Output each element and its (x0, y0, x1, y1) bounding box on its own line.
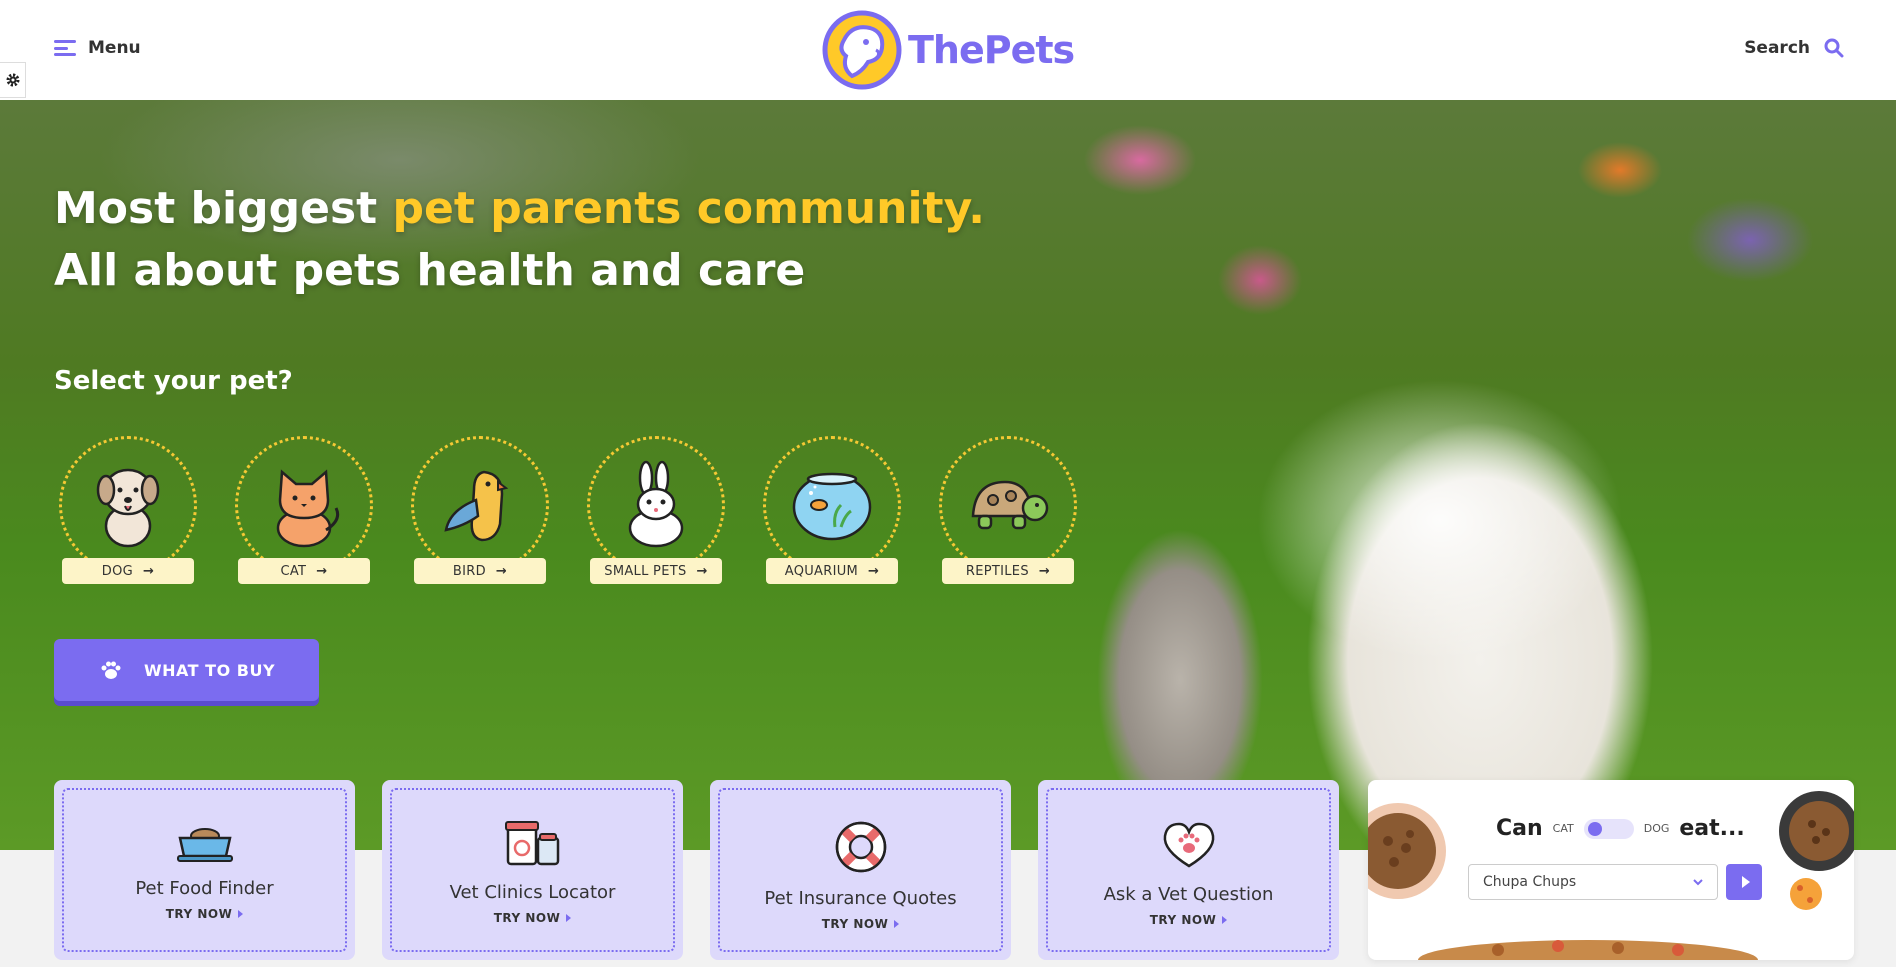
card-title: Ask a Vet Question (1103, 884, 1274, 905)
lifebuoy-icon (835, 821, 886, 873)
hero-title-part1: Most biggest (54, 183, 393, 234)
what-to-buy-label: WHAT TO BUY (144, 660, 276, 680)
cat-dog-toggle[interactable] (1583, 818, 1634, 839)
card-pet-insurance-quotes[interactable]: Pet Insurance Quotes TRY NOW (710, 780, 1011, 960)
gear-icon (6, 73, 19, 87)
card-title: Pet Food Finder (135, 878, 274, 899)
menu-button[interactable]: Menu (54, 38, 141, 58)
eat-label: eat... (1679, 816, 1745, 841)
pet-option-aquarium[interactable]: AQUARIUM → (762, 436, 902, 584)
play-arrow-icon (566, 914, 572, 922)
play-arrow-icon (894, 920, 900, 928)
arrow-right-icon: → (316, 563, 328, 579)
dog-logo-icon (822, 10, 902, 90)
can-eat-question: Can CAT DOG eat... (1496, 816, 1745, 841)
card-vet-clinics-locator[interactable]: Vet Clinics Locator TRY NOW (382, 780, 683, 960)
food-select-value: Chupa Chups (1483, 874, 1577, 890)
medicine-icon (504, 821, 559, 866)
card-title: Vet Clinics Locator (449, 882, 616, 903)
food-bowl-icon (176, 828, 233, 862)
can-pet-eat-widget: Can CAT DOG eat... Chupa Chups (1368, 780, 1854, 960)
pet-option-bird[interactable]: BIRD → (410, 436, 550, 584)
food-check-submit-button[interactable] (1726, 864, 1762, 900)
pet-option-label: CAT (280, 563, 307, 579)
cat-icon (276, 469, 340, 548)
fishbowl-icon (792, 472, 872, 541)
menu-label: Menu (88, 38, 141, 58)
site-header: Menu ThePets Search (0, 0, 1896, 100)
card-cta[interactable]: TRY NOW (494, 911, 572, 925)
search-icon (1824, 38, 1844, 58)
pet-option-label: BIRD (452, 563, 486, 579)
card-ask-a-vet-question[interactable]: Ask a Vet Question TRY NOW (1038, 780, 1339, 960)
hero-title: Most biggest pet parents community. All … (54, 178, 985, 302)
chevron-down-icon (1693, 879, 1703, 886)
hero-title-line2: All about pets health and care (54, 245, 806, 296)
hero-title-highlight: pet parents community. (392, 183, 985, 234)
cat-label: CAT (1552, 822, 1574, 835)
pet-option-dog[interactable]: DOG → (58, 436, 198, 584)
hero-banner: Most biggest pet parents community. All … (0, 100, 1896, 850)
arrow-right-icon: → (1038, 563, 1051, 579)
card-cta[interactable]: TRY NOW (822, 917, 900, 931)
play-arrow-icon (238, 910, 244, 918)
food-select[interactable]: Chupa Chups (1468, 864, 1718, 900)
rabbit-icon (628, 460, 684, 548)
arrow-right-icon: → (143, 563, 155, 579)
what-to-buy-button[interactable]: WHAT TO BUY (54, 639, 319, 701)
pet-option-small-pets[interactable]: SMALL PETS → (586, 436, 726, 584)
search-label: Search (1744, 38, 1810, 58)
dog-label: DOG (1643, 822, 1670, 835)
kibble-bowl-decoration-icon (1779, 791, 1854, 871)
hamburger-icon (54, 40, 76, 56)
arrow-right-icon: → (495, 563, 508, 579)
play-arrow-icon (1222, 916, 1228, 924)
card-cta[interactable]: TRY NOW (166, 907, 244, 921)
pet-option-cat[interactable]: CAT → (234, 436, 374, 584)
card-pet-food-finder[interactable]: Pet Food Finder TRY NOW (54, 780, 355, 960)
pet-option-label: DOG (101, 563, 133, 579)
heart-paw-icon (1163, 822, 1214, 868)
pet-option-label: SMALL PETS (604, 563, 687, 579)
kibble-pile-decoration-icon (1418, 940, 1758, 960)
turtle-icon (971, 480, 1049, 530)
service-cards: Pet Food Finder TRY NOW Vet Clinics Loca… (54, 780, 1339, 960)
arrow-right-icon: → (868, 563, 880, 579)
pet-option-label: AQUARIUM (784, 563, 859, 579)
pet-option-label: REPTILES (965, 563, 1029, 579)
pet-option-reptiles[interactable]: REPTILES → (938, 436, 1078, 584)
search-button[interactable]: Search (1744, 38, 1844, 58)
site-logo[interactable]: ThePets (822, 10, 1075, 90)
pet-selector: DOG → CAT → BIRD → SMALL PETS → AQUARIUM… (58, 436, 1078, 584)
dog-icon (96, 468, 160, 548)
ball-decoration-icon (1790, 878, 1822, 910)
logo-text: ThePets (908, 28, 1075, 72)
food-bowl-decoration-icon (1368, 803, 1446, 899)
settings-tab[interactable] (0, 62, 26, 98)
arrow-right-icon: → (696, 563, 708, 579)
card-title: Pet Insurance Quotes (764, 888, 957, 909)
card-cta[interactable]: TRY NOW (1150, 913, 1228, 927)
paw-icon (101, 661, 121, 679)
select-pet-label: Select your pet? (54, 366, 293, 396)
bird-icon (444, 470, 509, 542)
can-label: Can (1496, 816, 1543, 841)
play-arrow-icon (1741, 876, 1750, 888)
